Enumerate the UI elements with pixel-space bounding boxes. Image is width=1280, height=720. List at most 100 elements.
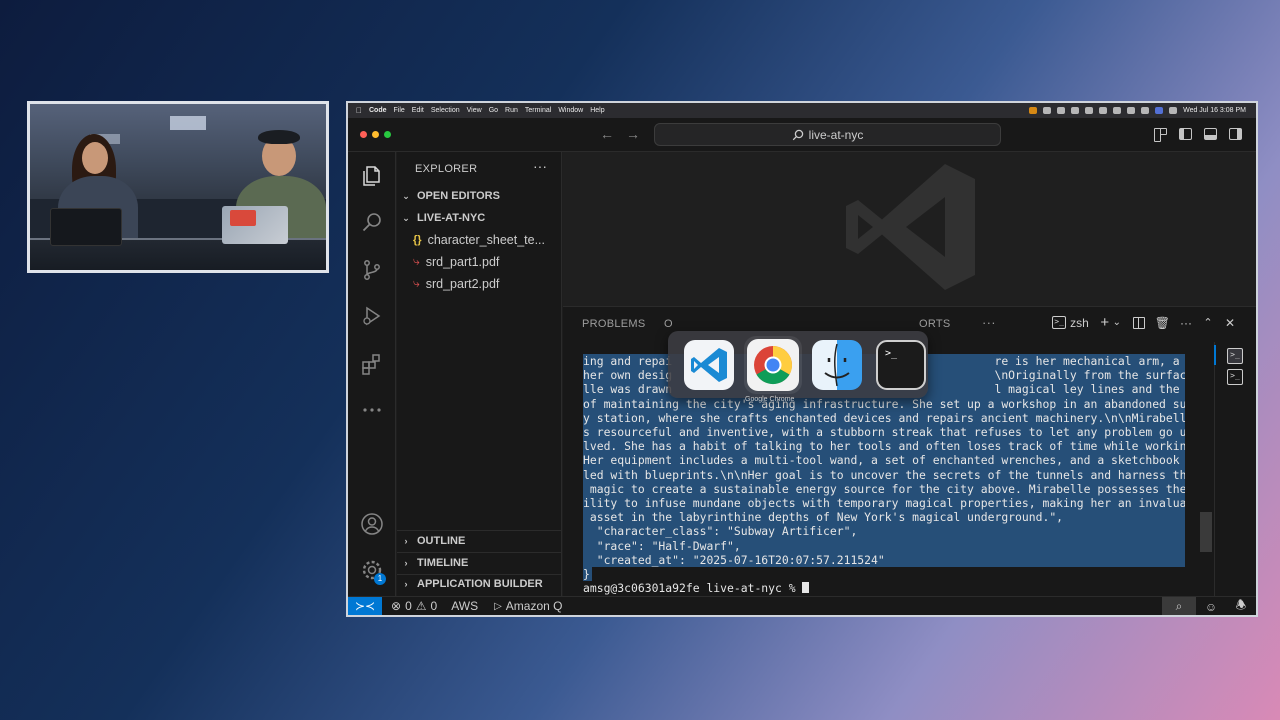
chevron-right-icon: › [404,558,408,568]
workspace-folder-label: LIVE-AT-NYC [417,212,486,224]
timeline-section[interactable]: › TIMELINE [401,557,469,569]
vscode-watermark-icon [846,164,975,290]
apple-icon[interactable]:  [356,106,362,115]
status-extra-icon[interactable] [1099,107,1108,114]
menu-window[interactable]: Window [558,107,583,114]
toggle-panel-icon[interactable] [1204,128,1217,140]
zoom-icon[interactable]: ⌕ [1162,597,1196,615]
command-center-search[interactable]: live-at-nyc [654,123,1001,146]
finder-app-icon[interactable] [812,339,862,390]
source-control-icon[interactable] [360,258,384,282]
new-terminal-plus-icon[interactable]: + [1099,314,1111,331]
terminal-line: ility to infuse mundane objects with tem… [583,496,1185,511]
trash-icon[interactable]: 🗑 [1155,316,1170,330]
chevron-down-icon[interactable]: ⌄ [1111,317,1123,328]
terminal-line: Her equipment includes a multi-tool wand… [583,453,1185,468]
chrome-app-icon-selected[interactable] [744,335,802,394]
layout-controls [1154,128,1242,142]
section-divider [397,574,562,575]
customize-layout-icon[interactable] [1154,128,1167,142]
search-icon[interactable] [360,210,384,234]
close-panel-icon[interactable]: ✕ [1224,316,1236,330]
vscode-app-icon[interactable] [684,339,734,390]
menu-file[interactable]: File [394,107,405,114]
run-and-debug-icon[interactable] [360,304,384,328]
tab-problems[interactable]: PROBLEMS [582,318,646,330]
problems-status[interactable]: ⊗ 0 ⚠ 0 [391,599,437,613]
webcam-feed [27,101,329,273]
file-item[interactable]: {} character_sheet_te... [413,233,545,247]
open-editors-section[interactable]: ⌄ OPEN EDITORS [401,190,500,202]
notifications-bell-icon[interactable]: 🕭 [1226,596,1256,615]
active-terminal-indicator [1214,345,1216,365]
terminal-line: "race": "Half-Dwarf", [583,538,1185,553]
screen-mirror-icon[interactable] [1155,107,1164,114]
file-item[interactable]: ⤷ srd_part1.pdf [413,254,499,269]
chevron-down-icon: ⌄ [402,190,410,201]
status-extra-icon[interactable] [1043,107,1052,114]
terminal-instance-icon[interactable]: >_ [1227,369,1243,385]
maximize-panel-chevron-up-icon[interactable]: ⌃ [1202,316,1214,329]
aws-status[interactable]: AWS [451,599,478,613]
terminal-line: led with blueprints.\n\nHer goal is to u… [583,467,1185,482]
file-name: character_sheet_te... [427,233,545,247]
forward-arrow-icon[interactable]: → [626,126,640,142]
terminal-shell-name[interactable]: zsh [1070,316,1089,330]
control-center-icon[interactable] [1169,107,1178,114]
more-views-icon[interactable] [360,398,384,422]
terminal-instance-icon[interactable]: >_ [1227,348,1243,364]
zoom-window-button[interactable] [384,131,391,138]
copilot-icon[interactable]: ☺ [1196,600,1226,614]
status-extra-icon[interactable] [1071,107,1080,114]
menu-edit[interactable]: Edit [412,107,424,114]
outline-section[interactable]: › OUTLINE [401,535,466,547]
remote-indicator-icon[interactable]: ≻≺ [348,596,382,615]
editor-area[interactable] [563,152,1256,306]
battery-icon[interactable] [1127,107,1136,114]
timeline-label: TIMELINE [417,557,469,569]
status-extra-icon[interactable] [1057,107,1066,114]
menubar-clock[interactable]: Wed Jul 16 3:08 PM [1183,107,1246,114]
extensions-icon[interactable] [360,352,384,376]
accounts-icon[interactable] [360,512,384,536]
status-extra-icon[interactable] [1029,107,1038,114]
toggle-primary-sidebar-icon[interactable] [1179,128,1192,140]
menu-go[interactable]: Go [489,107,498,114]
split-terminal-icon[interactable] [1132,316,1145,329]
terminal-scrollbar[interactable] [1200,512,1212,552]
menu-run[interactable]: Run [505,107,518,114]
warning-icon: ⚠ [415,599,427,613]
search-icon [792,129,803,140]
mac-menubar:  Code File Edit Selection View Go Run T… [348,103,1256,118]
settings-update-badge: 1 [374,573,386,585]
status-extra-icon[interactable] [1113,107,1122,114]
back-arrow-icon[interactable]: ← [600,126,614,142]
terminal-prompt-line: amsg@3c06301a92fe live-at-nyc % [583,581,810,595]
workspace-folder-section[interactable]: ⌄ LIVE-AT-NYC [401,212,485,224]
explorer-more-actions[interactable]: ··· [533,158,547,174]
menu-help[interactable]: Help [590,107,604,114]
menu-selection[interactable]: Selection [431,107,460,114]
minimize-window-button[interactable] [372,131,379,138]
menu-view[interactable]: View [467,107,482,114]
status-extra-icon[interactable] [1085,107,1094,114]
amazon-q-status[interactable]: ▷ Amazon Q [494,599,562,613]
menu-terminal[interactable]: Terminal [525,107,551,114]
terminal-line: y station, where she crafts enchanted de… [583,410,1185,425]
open-editors-label: OPEN EDITORS [417,190,500,202]
activity-bar: 1 [348,152,396,596]
file-item[interactable]: ⤷ srd_part2.pdf [413,276,499,291]
toggle-secondary-sidebar-icon[interactable] [1229,128,1242,140]
terminal-app-icon[interactable]: >_ [876,339,926,390]
outline-label: OUTLINE [417,535,466,547]
wifi-icon[interactable] [1141,107,1150,114]
menu-app-name[interactable]: Code [369,107,387,114]
application-builder-section[interactable]: › APPLICATION BUILDER [401,578,543,590]
panel-actions: >_ zsh + ⌄ 🗑 ··· ⌃ ✕ [1052,314,1236,331]
explorer-files-icon[interactable] [360,164,384,188]
panel-more-tabs[interactable]: ··· [982,315,996,330]
close-window-button[interactable] [360,131,367,138]
tab-ports[interactable]: ORTS [919,318,951,330]
more-actions-icon[interactable]: ··· [1180,316,1192,330]
tab-output[interactable]: O [664,318,673,330]
